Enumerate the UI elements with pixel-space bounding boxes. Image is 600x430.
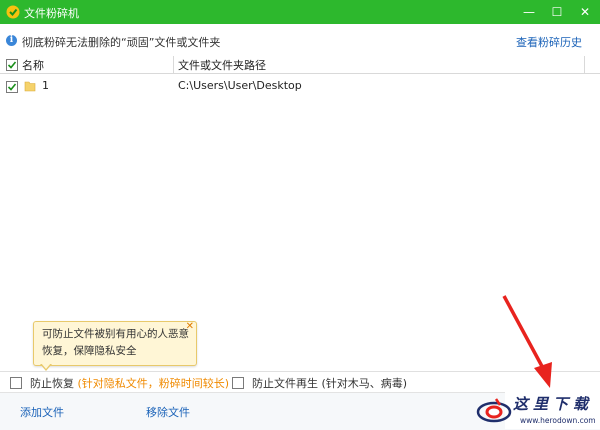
watermark-logo-icon	[476, 398, 512, 423]
minimize-button[interactable]: —	[515, 0, 543, 24]
column-header-name[interactable]: 名称	[22, 57, 44, 73]
file-name: 1	[42, 79, 49, 92]
check-icon	[7, 83, 17, 91]
column-divider[interactable]	[173, 56, 174, 73]
view-history-link[interactable]: 查看粉碎历史	[516, 34, 582, 50]
file-path: C:\Users\User\Desktop	[178, 79, 302, 92]
prevent-recovery-checkbox[interactable]	[10, 377, 22, 389]
prevent-regeneration-checkbox[interactable]	[232, 377, 244, 389]
folder-icon	[24, 80, 36, 92]
tooltip-arrow-fill	[41, 363, 51, 369]
app-icon	[6, 5, 20, 19]
prevent-regeneration-label[interactable]: 防止文件再生 (针对木马、病毒)	[252, 375, 407, 391]
close-button[interactable]: ✕	[571, 0, 599, 24]
info-text: 彻底粉碎无法删除的“顽固”文件或文件夹	[22, 36, 221, 49]
prevent-regeneration-note: (针对木马、病毒)	[321, 377, 408, 390]
prevent-recovery-note: (针对隐私文件，粉碎时间较长)	[77, 377, 230, 390]
tooltip: 可防止文件被别有用心的人恶意恢复，保障隐私安全 ✕	[33, 321, 197, 371]
prevent-regeneration-text: 防止文件再生	[252, 377, 318, 390]
remove-file-button[interactable]: 移除文件	[146, 404, 190, 420]
tooltip-close-icon[interactable]: ✕	[186, 321, 194, 332]
watermark-title: 这里下载	[513, 395, 594, 413]
window-title: 文件粉碎机	[24, 7, 79, 20]
column-divider[interactable]	[584, 56, 585, 73]
watermark-url: www.herodown.com	[520, 416, 596, 425]
info-bar: i 彻底粉碎无法删除的“顽固”文件或文件夹 查看粉碎历史	[0, 24, 600, 57]
check-icon	[7, 61, 17, 69]
maximize-button[interactable]: ☐	[543, 0, 571, 24]
add-file-button[interactable]: 添加文件	[20, 404, 64, 420]
table-row[interactable]: 1 C:\Users\User\Desktop	[0, 75, 600, 97]
select-all-checkbox[interactable]	[6, 59, 18, 71]
info-icon: i	[6, 35, 17, 46]
row-checkbox[interactable]	[6, 81, 18, 93]
tooltip-text: 可防止文件被别有用心的人恶意恢复，保障隐私安全	[42, 328, 189, 357]
prevent-recovery-label[interactable]: 防止恢复 (针对隐私文件，粉碎时间较长)	[30, 375, 229, 391]
column-header-path[interactable]: 文件或文件夹路径	[178, 57, 266, 73]
prevent-recovery-text: 防止恢复	[30, 377, 74, 390]
title-bar: 文件粉碎机 — ☐ ✕	[0, 0, 600, 24]
table-header: 名称 文件或文件夹路径	[0, 56, 600, 74]
annotation-arrow-icon	[502, 295, 552, 388]
